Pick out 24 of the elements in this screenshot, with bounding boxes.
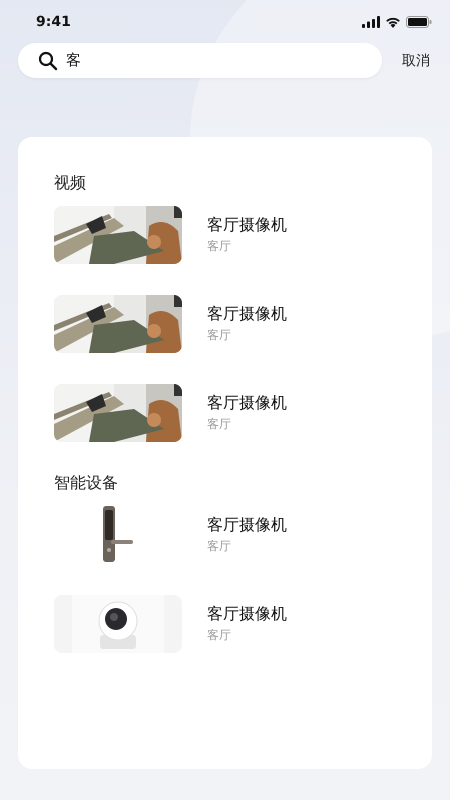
item-title: 客厅摄像机 <box>207 215 287 236</box>
result-item[interactable]: 客厅摄像机 客厅 <box>54 206 396 264</box>
item-subtitle: 客厅 <box>207 327 232 344</box>
search-icon <box>38 51 58 71</box>
section-title: 智能设备 <box>54 473 119 494</box>
item-subtitle: 客厅 <box>207 238 232 255</box>
battery-icon <box>406 16 432 28</box>
result-item[interactable]: 客厅摄像机 客厅 <box>54 506 396 564</box>
item-title: 客厅摄像机 <box>207 515 287 536</box>
result-item[interactable]: 客厅摄像机 客厅 <box>54 595 396 653</box>
result-item[interactable]: 客厅摄像机 客厅 <box>54 295 396 353</box>
item-subtitle: 客厅 <box>207 538 232 555</box>
status-time: 9:41 <box>36 14 71 30</box>
item-title: 客厅摄像机 <box>207 304 287 325</box>
cancel-button[interactable]: 取消 <box>400 48 432 74</box>
wifi-icon <box>385 16 401 28</box>
item-subtitle: 客厅 <box>207 627 232 644</box>
item-title: 客厅摄像机 <box>207 393 287 414</box>
result-item[interactable]: 客厅摄像机 客厅 <box>54 384 396 442</box>
item-title: 客厅摄像机 <box>207 604 287 625</box>
signal-icon <box>362 16 380 28</box>
search-field[interactable]: 客 <box>18 43 382 78</box>
item-subtitle: 客厅 <box>207 416 232 433</box>
section-title: 视频 <box>54 173 87 194</box>
